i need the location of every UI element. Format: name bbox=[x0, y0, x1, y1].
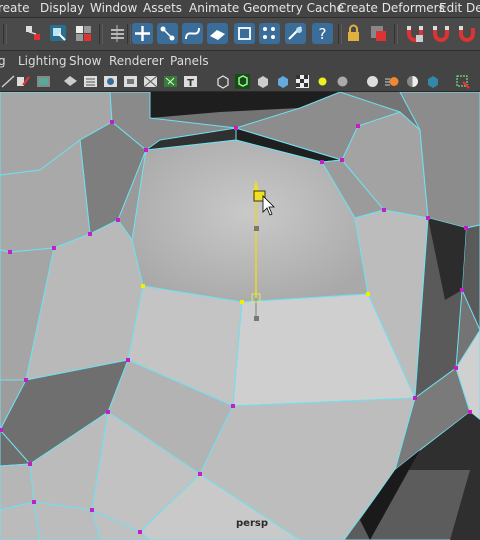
panel-menu-view[interactable]: g bbox=[0, 54, 6, 68]
menu-window[interactable]: Window bbox=[90, 1, 137, 15]
menu-geometry-cache[interactable]: Geometry Cache bbox=[243, 1, 344, 15]
manipulator-handle[interactable] bbox=[254, 226, 259, 231]
sphere-icon[interactable] bbox=[334, 73, 351, 90]
mesh-canvas[interactable] bbox=[0, 92, 480, 540]
mesh-vertex[interactable] bbox=[413, 396, 417, 400]
snap-point-icon[interactable] bbox=[181, 22, 204, 45]
toolbar-separator bbox=[394, 24, 398, 44]
mesh-vertex[interactable] bbox=[88, 232, 92, 236]
selected-vertex[interactable] bbox=[141, 284, 145, 288]
wireframe-icon[interactable] bbox=[142, 73, 159, 90]
render-icon[interactable] bbox=[284, 22, 307, 45]
manipulator-handle[interactable] bbox=[254, 316, 259, 321]
menu-assets[interactable]: Assets bbox=[143, 1, 182, 15]
mesh-vertex[interactable] bbox=[320, 160, 324, 164]
soft-select-icon[interactable] bbox=[430, 22, 453, 45]
make-live-icon[interactable] bbox=[233, 22, 256, 45]
move-tool-icon[interactable] bbox=[131, 22, 154, 45]
paint-select-icon[interactable] bbox=[72, 22, 95, 45]
mesh-vertex[interactable] bbox=[144, 148, 148, 152]
ipr-render-icon[interactable] bbox=[367, 22, 390, 45]
mesh-vertex[interactable] bbox=[340, 158, 344, 162]
menu-edit-deformers[interactable]: Edit Defo bbox=[439, 1, 480, 15]
main-menubar: reate Display Window Assets Animate Geom… bbox=[0, 0, 480, 18]
lock-icon[interactable] bbox=[342, 22, 365, 45]
magnet-icon[interactable] bbox=[404, 22, 427, 45]
mesh-vertex[interactable] bbox=[198, 472, 202, 476]
cube-icon[interactable] bbox=[424, 73, 441, 90]
gate-mask-icon[interactable] bbox=[102, 73, 119, 90]
select-camera-icon[interactable] bbox=[454, 73, 471, 90]
magnet-icon[interactable] bbox=[456, 22, 479, 45]
toolbar-separator bbox=[3, 24, 7, 44]
mesh-vertex[interactable] bbox=[426, 216, 430, 220]
image-plane-icon[interactable] bbox=[35, 73, 52, 90]
film-gate-icon[interactable] bbox=[62, 73, 79, 90]
status-line-toolbar: ? bbox=[0, 18, 480, 51]
mesh-vertex[interactable] bbox=[460, 288, 464, 292]
help-icon[interactable]: ? bbox=[311, 22, 334, 45]
mesh-vertex[interactable] bbox=[110, 120, 114, 124]
use-default-material-icon[interactable] bbox=[234, 73, 251, 90]
mesh-vertex[interactable] bbox=[32, 500, 36, 504]
mesh-vertex[interactable] bbox=[231, 404, 235, 408]
mesh-vertex[interactable] bbox=[116, 218, 120, 222]
toolbar-separator bbox=[99, 24, 103, 44]
bookmark-icon[interactable] bbox=[14, 73, 31, 90]
textured-icon[interactable] bbox=[274, 73, 291, 90]
mesh-vertex[interactable] bbox=[90, 508, 94, 512]
grid-icon[interactable] bbox=[122, 73, 139, 90]
viewport-toolbar: T bbox=[0, 71, 480, 92]
svg-text:?: ? bbox=[319, 25, 327, 43]
half-sphere-icon[interactable] bbox=[404, 73, 421, 90]
shadows-icon[interactable] bbox=[254, 73, 271, 90]
perspective-viewport[interactable]: persp bbox=[0, 92, 480, 540]
menu-display[interactable]: Display bbox=[40, 1, 84, 15]
panel-menu-panels[interactable]: Panels bbox=[170, 54, 209, 68]
isolate-select-icon[interactable] bbox=[294, 73, 311, 90]
svg-text:T: T bbox=[187, 78, 194, 89]
motion-blur-icon[interactable] bbox=[384, 73, 401, 90]
mesh-vertex[interactable] bbox=[138, 530, 142, 534]
mesh-vertex[interactable] bbox=[454, 366, 458, 370]
lasso-select-icon[interactable] bbox=[47, 22, 70, 45]
mesh-vertex[interactable] bbox=[28, 462, 32, 466]
panel-menu-show[interactable]: Show bbox=[69, 54, 101, 68]
wireframe-on-shaded-icon[interactable]: T bbox=[182, 73, 199, 90]
select-hierarchy-icon[interactable] bbox=[22, 22, 45, 45]
mesh-vertex[interactable] bbox=[24, 378, 28, 382]
mesh-vertex[interactable] bbox=[0, 428, 3, 432]
mesh-vertex[interactable] bbox=[52, 246, 56, 250]
xray-icon[interactable] bbox=[214, 73, 231, 90]
smooth-shade-icon[interactable] bbox=[162, 73, 179, 90]
selected-vertex[interactable] bbox=[366, 292, 370, 296]
mesh-vertex[interactable] bbox=[106, 410, 110, 414]
snap-view-plane-icon[interactable] bbox=[206, 22, 229, 45]
menu-create-deformers[interactable]: Create Deformers bbox=[338, 1, 445, 15]
mesh-vertex[interactable] bbox=[8, 250, 12, 254]
snap-curve-icon[interactable] bbox=[156, 22, 179, 45]
menu-create[interactable]: reate bbox=[0, 1, 30, 15]
panel-menu-renderer[interactable]: Renderer bbox=[109, 54, 164, 68]
polygon-mesh bbox=[0, 92, 480, 540]
mesh-vertex[interactable] bbox=[234, 126, 238, 130]
panel-menu-lighting[interactable]: Lighting bbox=[18, 54, 67, 68]
panel-menubar: g Lighting Show Renderer Panels bbox=[0, 51, 480, 71]
mesh-vertex[interactable] bbox=[468, 410, 472, 414]
menu-animate[interactable]: Animate bbox=[189, 1, 239, 15]
mesh-vertex[interactable] bbox=[356, 124, 360, 128]
selected-vertex[interactable] bbox=[240, 300, 244, 304]
light-icon[interactable] bbox=[314, 73, 331, 90]
history-icon[interactable] bbox=[258, 22, 281, 45]
snap-grid-icon[interactable] bbox=[106, 22, 129, 45]
resolution-gate-icon[interactable] bbox=[82, 73, 99, 90]
render-sphere-icon[interactable] bbox=[364, 73, 381, 90]
mesh-vertex[interactable] bbox=[382, 208, 386, 212]
mesh-vertex[interactable] bbox=[464, 226, 468, 230]
camera-name-label: persp bbox=[236, 518, 268, 529]
mesh-vertex[interactable] bbox=[126, 358, 130, 362]
